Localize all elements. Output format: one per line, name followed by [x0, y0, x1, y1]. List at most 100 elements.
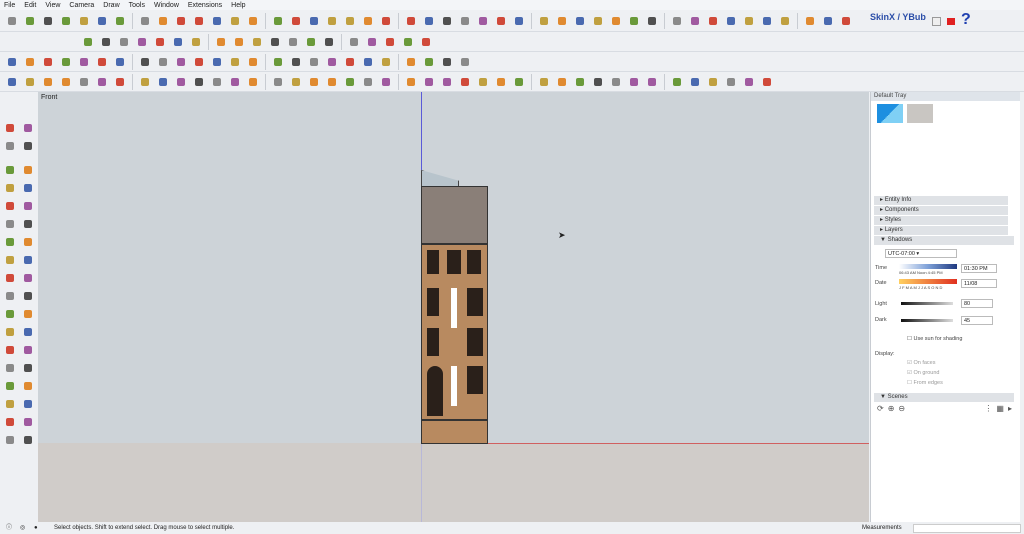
move-icon[interactable]: [137, 74, 153, 90]
page-icon[interactable]: [285, 34, 301, 50]
position-camera-icon[interactable]: [2, 414, 18, 430]
grid-icon[interactable]: [687, 13, 703, 29]
ridge-icon[interactable]: [324, 54, 340, 70]
menu-file[interactable]: File: [4, 2, 15, 9]
geo-icon[interactable]: ◎: [20, 523, 25, 534]
look-around-icon[interactable]: [20, 414, 36, 430]
menu-view[interactable]: View: [45, 2, 60, 9]
pushpin-icon[interactable]: [94, 13, 110, 29]
stop-icon[interactable]: [40, 13, 56, 29]
extrude-icon[interactable]: [116, 34, 132, 50]
arc-icon[interactable]: [2, 216, 18, 232]
panel-layers[interactable]: ▸ Layers: [874, 226, 1008, 235]
window-icon[interactable]: [475, 74, 491, 90]
axes-icon[interactable]: [2, 342, 18, 358]
scale-icon[interactable]: [2, 288, 18, 304]
shape-icon[interactable]: [209, 54, 225, 70]
menu-tools[interactable]: Tools: [129, 2, 145, 9]
orbit-icon[interactable]: [2, 360, 18, 376]
stamp-icon[interactable]: [76, 13, 92, 29]
shape-icon[interactable]: [173, 54, 189, 70]
details-icon[interactable]: ⋮: [984, 404, 992, 413]
time-field[interactable]: 01:30 PM: [961, 264, 997, 273]
tile-icon[interactable]: [267, 34, 283, 50]
eraser-icon[interactable]: [22, 74, 38, 90]
menu-extensions[interactable]: Extensions: [188, 2, 222, 9]
arrow-icon[interactable]: [536, 13, 552, 29]
zoom-icon[interactable]: [288, 74, 304, 90]
grid-icon[interactable]: [403, 13, 419, 29]
push-pull-icon[interactable]: [20, 252, 36, 268]
shape-icon[interactable]: [493, 13, 509, 29]
ridge-icon[interactable]: [342, 54, 358, 70]
grid-icon[interactable]: [572, 13, 588, 29]
box-icon[interactable]: [346, 34, 362, 50]
protractor-icon[interactable]: [2, 324, 18, 340]
sun-icon[interactable]: [741, 74, 757, 90]
rotate-icon[interactable]: [155, 74, 171, 90]
view-options-icon[interactable]: ▦: [996, 404, 1004, 413]
cloud-icon[interactable]: [209, 13, 225, 29]
extrude-icon[interactable]: [98, 34, 114, 50]
house-icon[interactable]: [608, 74, 624, 90]
arrow-icon[interactable]: [554, 13, 570, 29]
menu-help[interactable]: Help: [231, 2, 245, 9]
freehand-icon[interactable]: [20, 162, 36, 178]
zoom-extents-icon[interactable]: [2, 396, 18, 412]
teapot-icon[interactable]: [421, 74, 437, 90]
rotate-icon[interactable]: [2, 270, 18, 286]
scissors-icon[interactable]: [173, 13, 189, 29]
refresh-icon[interactable]: ⟳: [877, 404, 884, 413]
pie-icon[interactable]: [20, 216, 36, 232]
cloud-icon[interactable]: [191, 13, 207, 29]
stop-button-icon[interactable]: [947, 18, 955, 25]
shape-icon[interactable]: [227, 54, 243, 70]
zoom-window-icon[interactable]: [20, 378, 36, 394]
rewind-icon[interactable]: [58, 13, 74, 29]
select-icon[interactable]: [2, 120, 18, 136]
house-icon[interactable]: [626, 74, 642, 90]
text-icon[interactable]: [20, 324, 36, 340]
play-icon[interactable]: [22, 13, 38, 29]
measurements-field[interactable]: [913, 524, 1021, 533]
orbit-icon[interactable]: [4, 13, 20, 29]
house-icon[interactable]: [536, 74, 552, 90]
pencil-icon[interactable]: [2, 162, 18, 178]
curve-icon[interactable]: [270, 13, 286, 29]
dimension-icon[interactable]: [20, 306, 36, 322]
paint-icon[interactable]: [2, 138, 18, 154]
orbit-icon[interactable]: [245, 74, 261, 90]
grid-icon[interactable]: [644, 13, 660, 29]
corner-icon[interactable]: [324, 13, 340, 29]
knife-icon[interactable]: [403, 54, 419, 70]
knife-icon[interactable]: [439, 54, 455, 70]
shape-icon[interactable]: [270, 54, 286, 70]
knife-icon[interactable]: [457, 54, 473, 70]
sun-icon[interactable]: [723, 74, 739, 90]
tape-measure-icon[interactable]: [2, 306, 18, 322]
timezone-select[interactable]: UTC-07:00 ▾: [885, 249, 957, 258]
component-icon[interactable]: [22, 54, 38, 70]
push-pull-icon[interactable]: [94, 74, 110, 90]
rotated-rect-icon[interactable]: [20, 180, 36, 196]
shape-icon[interactable]: [137, 54, 153, 70]
polygon-icon[interactable]: [20, 198, 36, 214]
paint-icon[interactable]: [40, 54, 56, 70]
user-icon[interactable]: ●: [34, 523, 38, 534]
add-scene-icon[interactable]: ⊕: [888, 404, 895, 413]
curve-icon[interactable]: [378, 54, 394, 70]
play-button-icon[interactable]: [932, 17, 941, 26]
shape-icon[interactable]: [245, 54, 261, 70]
grid-icon[interactable]: [741, 13, 757, 29]
select-icon[interactable]: [4, 54, 20, 70]
sun-icon[interactable]: [759, 74, 775, 90]
box-icon[interactable]: [364, 34, 380, 50]
component-icon[interactable]: [20, 120, 36, 136]
shape-icon[interactable]: [191, 54, 207, 70]
box-icon[interactable]: [321, 34, 337, 50]
knife-icon[interactable]: [421, 54, 437, 70]
house-icon[interactable]: [590, 74, 606, 90]
warehouse-icon[interactable]: [342, 74, 358, 90]
extrude-icon[interactable]: [134, 34, 150, 50]
extrude-icon[interactable]: [152, 34, 168, 50]
